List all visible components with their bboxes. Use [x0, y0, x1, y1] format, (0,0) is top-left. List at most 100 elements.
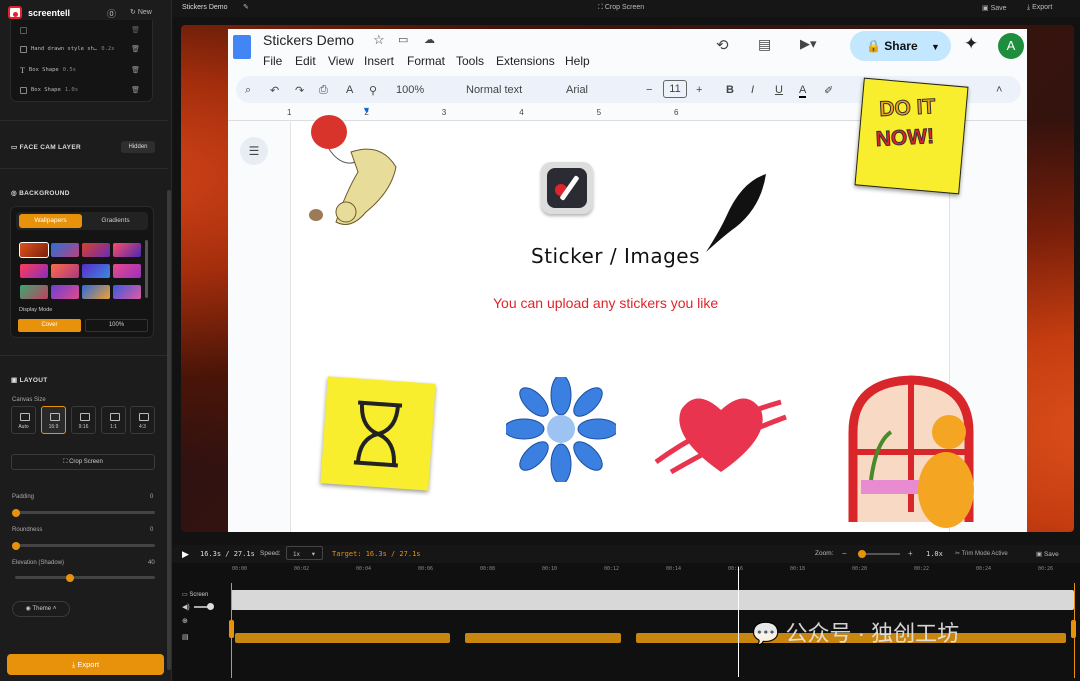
font-size-input[interactable]: 11	[663, 80, 687, 98]
theme-button[interactable]: ◉ Theme ˄	[12, 601, 70, 617]
meet-icon[interactable]: ▶▾	[800, 36, 817, 52]
layer-row[interactable]: T Box Shape 0.5s 🗑	[20, 63, 140, 77]
collapse-icon[interactable]: ˄	[996, 84, 1002, 96]
trash-icon[interactable]: 🗑	[131, 45, 140, 53]
bold-icon[interactable]: B	[726, 84, 734, 96]
slider-knob[interactable]	[12, 508, 20, 517]
zoom-track-icon[interactable]: ⊕	[182, 617, 188, 625]
playhead[interactable]	[737, 567, 739, 677]
undo-icon[interactable]: ↶	[270, 84, 279, 97]
cloud-icon[interactable]: ☁	[424, 33, 435, 46]
style-select[interactable]: Normal text	[466, 84, 522, 96]
font-size-increase[interactable]: +	[696, 84, 702, 96]
slider-knob[interactable]	[66, 573, 74, 582]
window-cat-sticker[interactable]	[841, 372, 981, 532]
app-logo-sticker[interactable]	[541, 162, 593, 214]
size-auto-button[interactable]: Auto	[11, 406, 36, 434]
search-icon[interactable]: ⌕	[245, 84, 251, 97]
mode-cover-button[interactable]: Cover	[18, 319, 81, 332]
wallpaper-swatch[interactable]	[51, 285, 79, 299]
zoom-slider[interactable]	[858, 550, 900, 558]
wallpaper-swatch[interactable]	[19, 242, 49, 258]
document-title[interactable]: Stickers Demo	[182, 4, 228, 11]
doc-page[interactable]: Sticker / Images You can upload any stic…	[290, 77, 974, 532]
speed-select[interactable]: 1x ▾	[286, 546, 323, 560]
edit-icon[interactable]: ✎	[243, 3, 249, 11]
wallpaper-swatch[interactable]	[20, 264, 48, 278]
trash-icon[interactable]: 🗑	[131, 86, 140, 94]
checkbox-icon[interactable]	[20, 26, 27, 34]
trim-end-grip[interactable]	[1071, 620, 1076, 638]
zoom-select[interactable]: 100%	[396, 84, 424, 96]
font-select[interactable]: Arial	[566, 84, 588, 96]
gemini-icon[interactable]: ✦	[964, 34, 978, 54]
volume-icon[interactable]: ◀)	[182, 603, 190, 611]
layer-row[interactable]: Box Shape 1.0s 🗑	[20, 83, 140, 97]
hourglass-note-sticker[interactable]	[320, 376, 436, 491]
wallpaper-swatch[interactable]	[51, 264, 79, 278]
padding-slider[interactable]	[12, 508, 155, 517]
checkbox-icon[interactable]	[20, 45, 27, 53]
trash-icon[interactable]: 🗑	[131, 26, 140, 34]
slider-knob[interactable]	[207, 603, 214, 610]
wallpaper-swatch[interactable]	[51, 243, 79, 257]
feather-sticker[interactable]	[701, 172, 771, 257]
underline-icon[interactable]: U	[775, 84, 783, 96]
layer-row[interactable]: Hand drawn style sh… 0.2s 🗑	[20, 42, 140, 56]
chevron-down-icon[interactable]: ▼	[931, 42, 940, 52]
trim-mode-toggle[interactable]: ✂ Trim Mode Active	[955, 550, 1008, 557]
roundness-slider[interactable]	[12, 541, 155, 550]
layer-clip[interactable]	[465, 633, 621, 643]
face-cam-toggle[interactable]: Hidden	[121, 141, 155, 153]
screen-clip[interactable]	[231, 590, 1074, 610]
print-icon[interactable]: ⎙	[319, 84, 328, 97]
outline-icon[interactable]: ☰	[240, 137, 268, 165]
size-9-16-button[interactable]: 9:16	[71, 406, 96, 434]
timeline[interactable]: 00:00 00:02 00:04 00:06 00:08 00:10 00:12 00:14…	[172, 563, 1080, 681]
star-icon[interactable]: ☆	[373, 32, 385, 48]
wallpaper-scrollbar[interactable]	[145, 240, 148, 298]
menu-extensions[interactable]: Extensions	[496, 54, 555, 68]
layer-row-partial[interactable]: 🗑	[20, 23, 140, 37]
wallpaper-swatch[interactable]	[82, 264, 110, 278]
do-it-now-note-sticker[interactable]: DO IT NOW!	[854, 77, 969, 195]
paint-format-icon[interactable]: ⚲	[369, 84, 377, 97]
layer-clip[interactable]	[235, 633, 450, 643]
export-button[interactable]: ⤓ Export	[7, 654, 164, 675]
wallpaper-swatch[interactable]	[82, 243, 110, 257]
font-size-decrease[interactable]: −	[646, 84, 652, 96]
blue-flower-sticker[interactable]	[506, 377, 616, 482]
menu-help[interactable]: Help	[565, 54, 590, 68]
help-icon[interactable]: ⓪	[107, 7, 116, 20]
wallpaper-swatch[interactable]	[82, 285, 110, 299]
menu-view[interactable]: View	[328, 54, 354, 68]
wallpaper-swatch[interactable]	[113, 243, 141, 257]
zoom-in-button[interactable]: +	[908, 549, 913, 558]
avatar[interactable]: A	[998, 33, 1024, 59]
trim-start-grip[interactable]	[229, 620, 234, 638]
cat-balloon-sticker[interactable]	[296, 112, 416, 247]
text-color-icon[interactable]: A	[799, 84, 807, 98]
timeline-save-button[interactable]: ▣ Save	[1036, 550, 1059, 558]
sidebar-scrollbar[interactable]	[167, 190, 171, 670]
menu-tools[interactable]: Tools	[456, 54, 484, 68]
size-16-9-button[interactable]: 16:9	[41, 406, 66, 434]
wallpaper-swatch[interactable]	[113, 285, 141, 299]
tab-wallpapers[interactable]: Wallpapers	[19, 214, 82, 228]
comment-icon[interactable]: ▤	[758, 36, 771, 53]
redo-icon[interactable]: ↷	[295, 84, 304, 97]
slider-knob[interactable]	[858, 550, 866, 558]
new-button[interactable]: ↻ New	[130, 8, 152, 16]
checkbox-icon[interactable]	[20, 86, 27, 94]
preview-canvas[interactable]: Stickers Demo ☆ ▭ ☁ File Edit View Insert Fo…	[181, 25, 1074, 532]
doc-title[interactable]: Stickers Demo	[263, 32, 354, 48]
history-icon[interactable]: ⟲	[716, 36, 729, 54]
folder-icon[interactable]: ▭	[398, 33, 408, 46]
menu-format[interactable]: Format	[407, 54, 445, 68]
size-4-3-button[interactable]: 4:3	[130, 406, 155, 434]
heart-sticker[interactable]	[651, 382, 791, 482]
menu-file[interactable]: File	[263, 54, 282, 68]
scale-input[interactable]: 100%	[85, 319, 148, 332]
menu-insert[interactable]: Insert	[364, 54, 394, 68]
volume-slider[interactable]	[194, 603, 214, 610]
